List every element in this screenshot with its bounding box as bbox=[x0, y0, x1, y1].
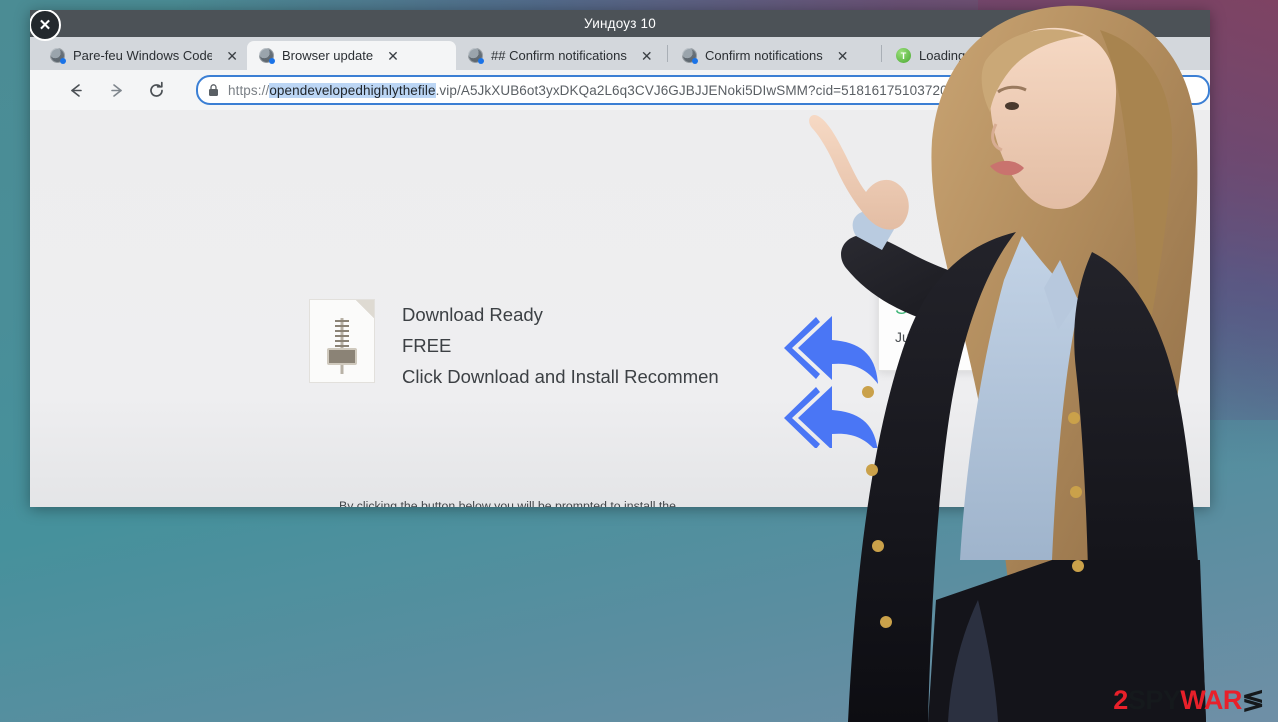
toast-body: Just bbox=[895, 329, 921, 345]
tab-close-icon[interactable]: ✕ bbox=[387, 49, 399, 63]
download-offer-row: Download Ready FREE Click Download and I… bbox=[310, 300, 719, 388]
close-icon[interactable]: ✕ bbox=[30, 10, 61, 41]
tab-close-icon[interactable]: ✕ bbox=[641, 49, 653, 63]
download-instruction: Click Download and Install Recommen bbox=[402, 366, 719, 387]
tab-label: Pare-feu Windows Code0 bbox=[73, 48, 213, 63]
disclaimer-line-1: By clicking the button below you will be… bbox=[339, 499, 676, 507]
tab-label: Browser update bbox=[282, 48, 374, 63]
url-text: https://opendevelopedhighlythefile.vip/A… bbox=[228, 82, 1059, 98]
tab-separator bbox=[881, 45, 882, 62]
tab-label: Loading bbox=[919, 48, 966, 63]
url-scheme: https:// bbox=[228, 82, 270, 98]
notification-toast[interactable]: Soon Do Just bbox=[878, 285, 1088, 371]
reload-icon[interactable] bbox=[146, 80, 166, 100]
tab-confirm-notifications[interactable]: Confirm notifications ✕ bbox=[670, 41, 879, 70]
tab-separator bbox=[667, 45, 668, 62]
lock-icon bbox=[208, 83, 219, 97]
tab-label: Confirm notifications bbox=[705, 48, 823, 63]
tab-label: ## Confirm notifications bbox=[491, 48, 627, 63]
green-t-icon: T bbox=[896, 48, 911, 63]
address-bar[interactable]: https://opendevelopedhighlythefile.vip/A… bbox=[196, 75, 1210, 105]
window-title: Уиндоуз 10 bbox=[584, 16, 656, 31]
zip-pull bbox=[327, 348, 357, 365]
globe-icon bbox=[468, 48, 484, 64]
tab-browser-update[interactable]: Browser update ✕ bbox=[247, 41, 456, 70]
toast-title: Soon Do bbox=[895, 298, 969, 319]
tab-loading[interactable]: T Loading bbox=[884, 41, 1093, 70]
tab-confirm-notifications-hash[interactable]: ## Confirm notifications ✕ bbox=[456, 41, 665, 70]
file-fold-corner bbox=[356, 300, 374, 318]
zip-file-icon bbox=[310, 300, 374, 382]
watermark-part-4: WAR bbox=[1180, 685, 1242, 715]
watermark-2spyware: 2SPYWAR≶ bbox=[1113, 687, 1264, 714]
globe-icon bbox=[682, 48, 698, 64]
tab-close-icon[interactable]: ✕ bbox=[837, 49, 849, 63]
download-heading: Download Ready bbox=[402, 304, 543, 325]
download-offer-text: Download Ready FREE Click Download and I… bbox=[402, 300, 719, 388]
back-arrow-icon[interactable] bbox=[66, 80, 86, 100]
window-title-bar: ✕ Уиндоуз 10 bbox=[30, 10, 1210, 41]
globe-icon bbox=[50, 48, 66, 64]
page-content: Download Ready FREE Click Download and I… bbox=[30, 110, 1210, 507]
watermark-part-5: ≶ bbox=[1241, 685, 1265, 715]
curved-left-arrow-icon bbox=[782, 308, 902, 454]
forward-arrow-icon[interactable] bbox=[106, 80, 126, 100]
watermark-part-2: S bbox=[1127, 685, 1146, 715]
tab-strip: Pare-feu Windows Code0 ✕ Browser update … bbox=[30, 37, 1210, 70]
globe-icon bbox=[259, 48, 275, 64]
watermark-part-3: PY bbox=[1145, 685, 1181, 715]
zip-teeth bbox=[335, 320, 349, 348]
tab-pare-feu[interactable]: Pare-feu Windows Code0 ✕ bbox=[38, 41, 247, 70]
watermark-part-1: 2 bbox=[1113, 685, 1128, 715]
browser-window: ✕ Уиндоуз 10 Pare-feu Windows Code0 ✕ Br… bbox=[30, 10, 1210, 507]
browser-toolbar: https://opendevelopedhighlythefile.vip/A… bbox=[30, 70, 1210, 110]
disclaimer-text: By clicking the button below you will be… bbox=[339, 498, 676, 507]
url-path: .vip/A5JkXUB6ot3yxDKQa2L6q3CVJ6GJBJJENok… bbox=[435, 82, 1059, 98]
url-domain-highlight: opendevelopedhighlythefile bbox=[269, 82, 436, 98]
download-price: FREE bbox=[402, 335, 452, 356]
tab-close-icon[interactable]: ✕ bbox=[226, 49, 238, 63]
